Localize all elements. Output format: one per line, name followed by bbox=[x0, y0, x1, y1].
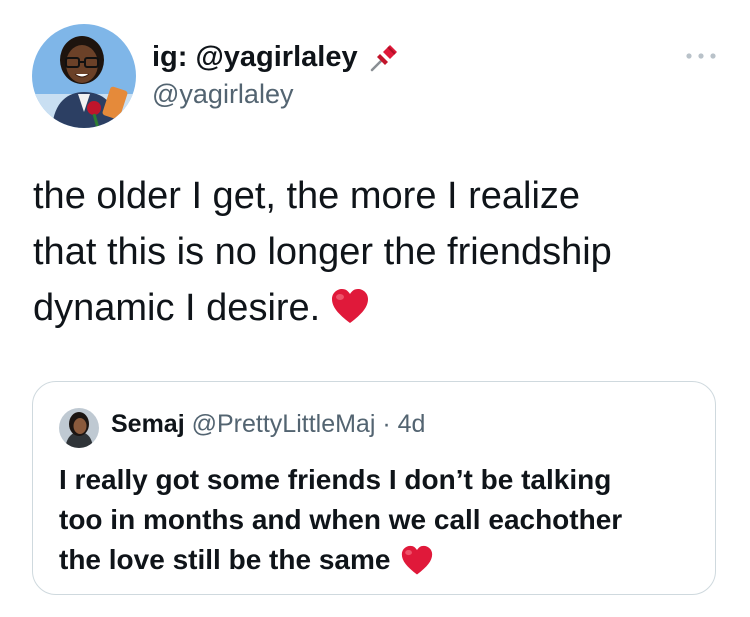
tweet-text-body: the older I get, the more I realize that… bbox=[33, 175, 612, 329]
quoted-tweet-timestamp[interactable]: 4d bbox=[398, 410, 426, 438]
author-avatar[interactable] bbox=[32, 24, 136, 128]
tweet-text: the older I get, the more I realize that… bbox=[33, 168, 723, 342]
pushpin-icon bbox=[368, 40, 402, 74]
author-handle[interactable]: @yagirlaley bbox=[152, 79, 293, 110]
red-heart-emoji-icon bbox=[400, 545, 434, 588]
author-display-name[interactable]: ig: @yagirlaley bbox=[152, 40, 402, 74]
author-display-name-text: ig: @yagirlaley bbox=[152, 40, 358, 73]
quoted-author-name[interactable]: Semaj bbox=[111, 410, 185, 438]
more-options-icon[interactable] bbox=[684, 46, 718, 66]
quoted-tweet-header: Semaj @PrettyLittleMaj · 4d bbox=[111, 410, 425, 439]
quoted-tweet-text-body: I really got some friends I don’t be tal… bbox=[59, 464, 623, 575]
quoted-author-avatar[interactable] bbox=[59, 408, 99, 448]
quoted-tweet-card[interactable]: Semaj @PrettyLittleMaj · 4d I really got… bbox=[32, 381, 716, 595]
quoted-header-separator: · bbox=[382, 410, 391, 438]
quoted-tweet-text: I really got some friends I don’t be tal… bbox=[59, 460, 699, 588]
quoted-author-handle[interactable]: @PrettyLittleMaj bbox=[192, 410, 376, 438]
red-heart-emoji-icon bbox=[330, 286, 370, 342]
